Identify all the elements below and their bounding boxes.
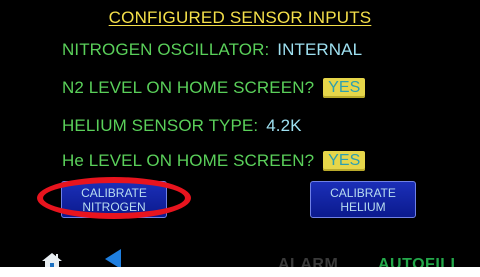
page-title: CONFIGURED SENSOR INPUTS [108, 8, 372, 27]
nitrogen-oscillator-row: NITROGEN OSCILLATOR: INTERNAL [62, 38, 362, 62]
helium-sensor-type-row: HELIUM SENSOR TYPE: 4.2K [62, 114, 302, 138]
sensor-inputs-panel: CONFIGURED SENSOR INPUTS NITROGEN OSCILL… [0, 0, 480, 267]
calibrate-helium-line2: HELIUM [340, 199, 386, 214]
helium-sensor-type-label: HELIUM SENSOR TYPE: [62, 116, 259, 135]
n2-level-home-row: N2 LEVEL ON HOME SCREEN? YES [62, 76, 366, 100]
he-level-home-label: He LEVEL ON HOME SCREEN? [62, 151, 315, 170]
he-level-home-yes-button[interactable]: YES [323, 151, 366, 171]
alarm-indicator: ALARM [278, 256, 339, 267]
n2-level-home-label: N2 LEVEL ON HOME SCREEN? [62, 78, 315, 97]
nitrogen-oscillator-value[interactable]: INTERNAL [277, 40, 362, 60]
home-icon[interactable] [42, 253, 62, 267]
he-level-home-row: He LEVEL ON HOME SCREEN? YES [62, 149, 366, 173]
screenshot: CONFIGURED SENSOR INPUTS NITROGEN OSCILL… [0, 0, 480, 277]
autofill-indicator: AUTOFILL [378, 256, 461, 267]
highlight-ring-annotation [37, 177, 191, 219]
calibrate-helium-button[interactable]: CALIBRATE HELIUM [310, 181, 416, 218]
nitrogen-oscillator-label: NITROGEN OSCILLATOR: [62, 40, 270, 59]
helium-sensor-type-value[interactable]: 4.2K [266, 116, 301, 136]
n2-level-home-yes-button[interactable]: YES [323, 78, 366, 98]
calibrate-helium-line1: CALIBRATE [330, 185, 396, 200]
back-arrow-icon[interactable] [105, 249, 121, 267]
